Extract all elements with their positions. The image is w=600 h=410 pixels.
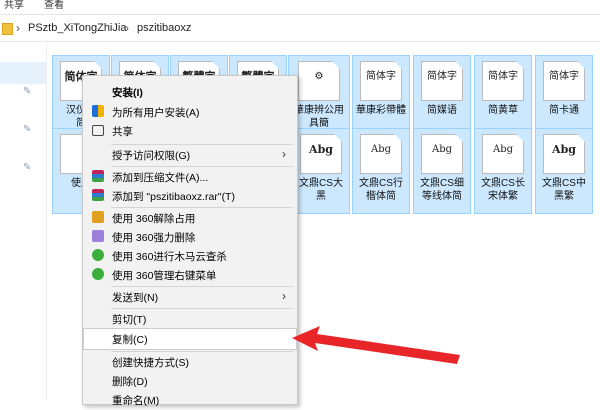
annotation-arrow-icon [292, 326, 460, 364]
annotation-arrow-icon [292, 326, 460, 364]
